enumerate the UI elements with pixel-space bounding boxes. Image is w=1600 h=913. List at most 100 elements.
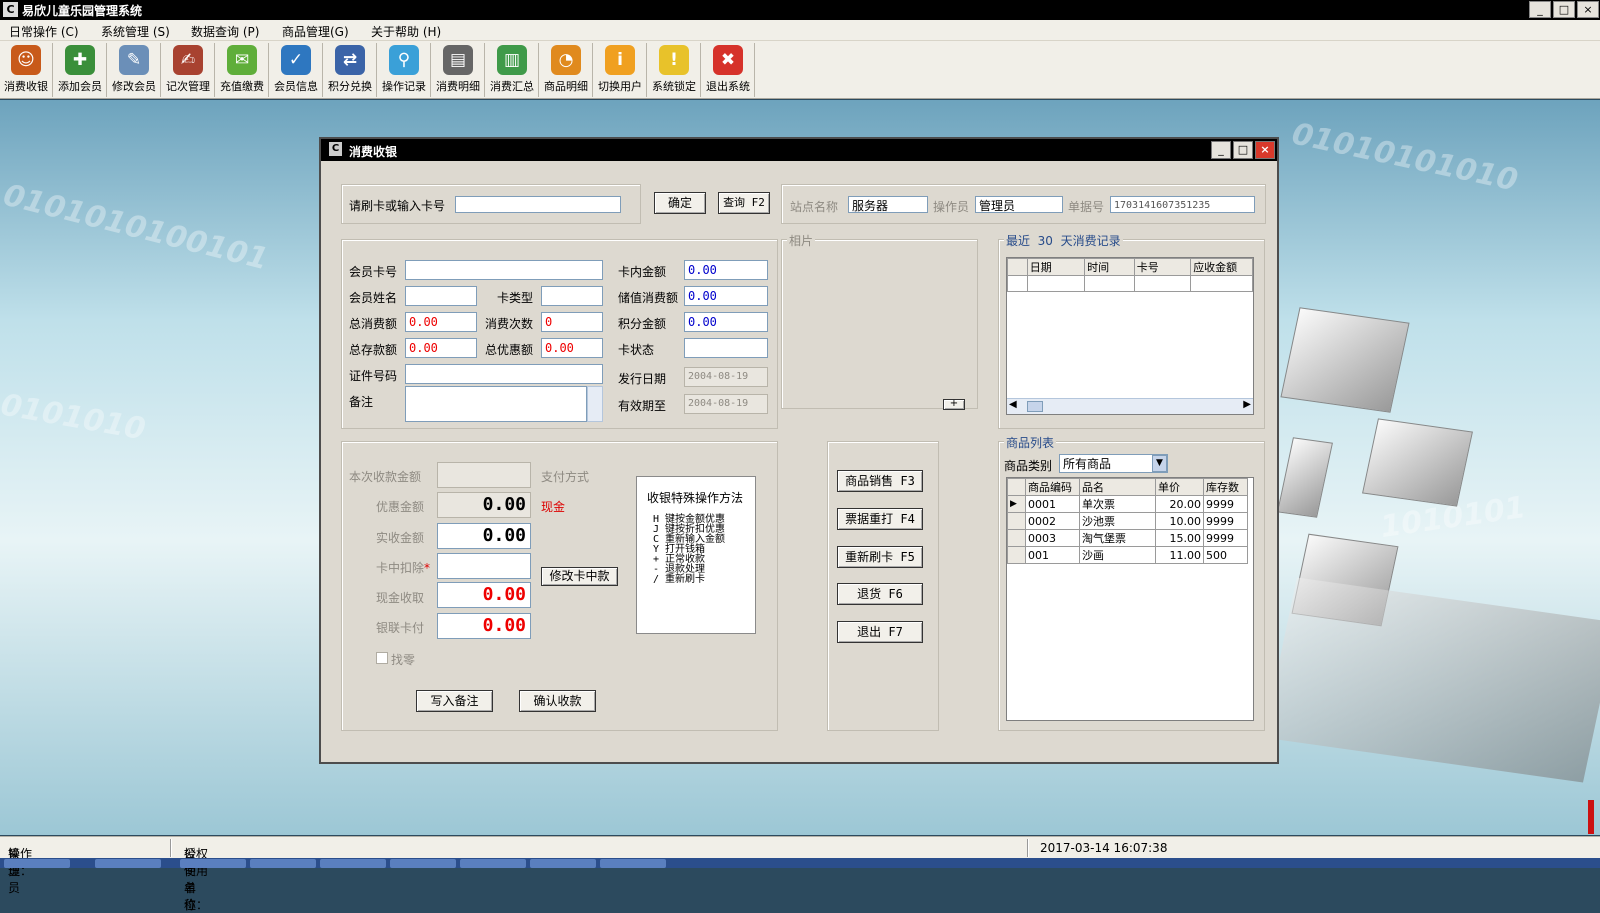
menu-system[interactable]: 系统管理 (S) bbox=[101, 23, 170, 40]
taskbar-item[interactable] bbox=[320, 859, 386, 868]
products-grid[interactable]: 商品编码 品名 单价 库存数 ▶ 0001 单次票 20.00 9999 0002 沙池票 10.0… bbox=[1006, 477, 1254, 721]
col-date[interactable]: 日期 bbox=[1026, 258, 1086, 276]
col-time[interactable]: 时间 bbox=[1084, 258, 1135, 276]
modify-card-amount-button[interactable]: 修改卡中款 bbox=[541, 567, 618, 586]
row-selector[interactable] bbox=[1007, 529, 1026, 547]
taskbar-item[interactable] bbox=[530, 859, 596, 868]
toolbar-button-8[interactable]: ▤ 消费明细 bbox=[432, 43, 485, 97]
taskbar-item[interactable] bbox=[390, 859, 456, 868]
toolbar-button-3[interactable]: ✍ 记次管理 bbox=[162, 43, 215, 97]
operator-field[interactable]: 管理员 bbox=[975, 196, 1063, 213]
toolbar-button-1[interactable]: ✚ 添加会员 bbox=[54, 43, 107, 97]
toolbar-button-2[interactable]: ✎ 修改会员 bbox=[108, 43, 161, 97]
toolbar-button-7[interactable]: ⚲ 操作记录 bbox=[378, 43, 431, 97]
minimize-button[interactable]: _ bbox=[1529, 1, 1551, 18]
dialog-close-button[interactable]: × bbox=[1255, 141, 1275, 159]
card-status-field[interactable] bbox=[684, 338, 768, 358]
bill-number-field[interactable]: 1703141607351235 bbox=[1110, 196, 1255, 213]
recent-hscrollbar[interactable]: ◀ ▶ bbox=[1007, 398, 1253, 414]
row-selector[interactable] bbox=[1007, 546, 1026, 564]
table-cell: 9999 bbox=[1203, 495, 1248, 513]
menu-query[interactable]: 数据查询 (P) bbox=[191, 23, 259, 40]
stored-field[interactable]: 0.00 bbox=[684, 286, 768, 306]
table-row[interactable]: 0002 沙池票 10.00 9999 bbox=[1007, 512, 1248, 530]
recent-records-grid[interactable]: 日期 时间 卡号 应收金额 ◀ ▶ bbox=[1006, 257, 1254, 415]
discount-field[interactable]: 0.00 bbox=[437, 492, 531, 518]
taskbar-item[interactable] bbox=[95, 859, 161, 868]
toolbar-button-5[interactable]: ✓ 会员信息 bbox=[270, 43, 323, 97]
change-checkbox[interactable] bbox=[376, 652, 388, 664]
col-amount[interactable]: 应收金额 bbox=[1190, 258, 1253, 276]
toolbar-button-4[interactable]: ✉ 充值缴费 bbox=[216, 43, 269, 97]
menu-daily[interactable]: 日常操作 (C) bbox=[9, 23, 79, 40]
balance-field[interactable]: 0.00 bbox=[684, 260, 768, 280]
query-button[interactable]: 查询 F2 bbox=[718, 192, 770, 214]
table-row[interactable]: 0003 淘气堡票 15.00 9999 bbox=[1007, 529, 1248, 547]
taskbar-item[interactable] bbox=[600, 859, 666, 868]
card-number-input[interactable] bbox=[455, 196, 621, 213]
detail-icon: ▤ bbox=[443, 45, 473, 75]
toolbar-button-9[interactable]: ▥ 消费汇总 bbox=[486, 43, 539, 97]
dialog-minimize-button[interactable]: _ bbox=[1211, 141, 1231, 159]
card-no-field[interactable] bbox=[405, 260, 603, 280]
issue-date-picker[interactable]: 2004-08-19 bbox=[684, 367, 768, 387]
photo-add-button[interactable]: + bbox=[943, 399, 965, 410]
row-selector[interactable]: ▶ bbox=[1007, 495, 1026, 513]
toolbar-button-13[interactable]: ✖ 退出系统 bbox=[702, 43, 755, 97]
sell-goods-button[interactable]: 商品销售 F3 bbox=[837, 470, 923, 492]
id-number-label: 证件号码 bbox=[349, 369, 398, 383]
close-button[interactable]: × bbox=[1577, 1, 1599, 18]
reprint-button[interactable]: 票据重打 F4 bbox=[837, 508, 923, 530]
taskbar-item[interactable] bbox=[460, 859, 526, 868]
col-stock[interactable]: 库存数 bbox=[1203, 478, 1248, 496]
exit-dialog-button[interactable]: 退出 F7 bbox=[837, 621, 923, 643]
confirm-button[interactable]: 确定 bbox=[654, 192, 706, 214]
received-field[interactable]: 0.00 bbox=[437, 523, 531, 549]
col-card[interactable]: 卡号 bbox=[1133, 258, 1192, 276]
menu-goods[interactable]: 商品管理(G) bbox=[282, 23, 349, 40]
cash-field[interactable]: 0.00 bbox=[437, 582, 531, 608]
toolbar-button-12[interactable]: ! 系统锁定 bbox=[648, 43, 701, 97]
col-code[interactable]: 商品编码 bbox=[1025, 478, 1080, 496]
points-field[interactable]: 0.00 bbox=[684, 312, 768, 332]
taskbar-item[interactable] bbox=[180, 859, 246, 868]
table-row[interactable]: 001 沙画 11.00 500 bbox=[1007, 546, 1248, 564]
total-discount-field[interactable]: 0.00 bbox=[541, 338, 603, 358]
reswipe-button[interactable]: 重新刷卡 F5 bbox=[837, 546, 923, 568]
toolbar-button-0[interactable]: ☺ 消费收银 bbox=[0, 43, 53, 97]
card-deduct-field[interactable] bbox=[437, 553, 531, 579]
total-spend-field[interactable]: 0.00 bbox=[405, 312, 477, 332]
row-selector[interactable] bbox=[1007, 512, 1026, 530]
taskbar-item[interactable] bbox=[250, 859, 316, 868]
toolbar-button-6[interactable]: ⇄ 积分兑换 bbox=[324, 43, 377, 97]
visits-field[interactable]: 0 bbox=[541, 312, 603, 332]
col-name[interactable]: 品名 bbox=[1079, 478, 1156, 496]
return-goods-button[interactable]: 退货 F6 bbox=[837, 583, 923, 605]
menu-help[interactable]: 关于帮助 (H) bbox=[371, 23, 441, 40]
scroll-right-icon[interactable]: ▶ bbox=[1243, 399, 1251, 410]
note-textarea[interactable] bbox=[405, 386, 587, 422]
union-field[interactable]: 0.00 bbox=[437, 613, 531, 639]
note-scrollbar[interactable] bbox=[587, 386, 603, 422]
dialog-maximize-button[interactable]: □ bbox=[1233, 141, 1253, 159]
write-note-button[interactable]: 写入备注 bbox=[416, 690, 493, 712]
member-name-field[interactable] bbox=[405, 286, 477, 306]
taskbar-item[interactable] bbox=[4, 859, 70, 868]
total-deposit-field[interactable]: 0.00 bbox=[405, 338, 477, 358]
col-price[interactable]: 单价 bbox=[1155, 478, 1204, 496]
toolbar-button-10[interactable]: ◔ 商品明细 bbox=[540, 43, 593, 97]
confirm-payment-button[interactable]: 确认收款 bbox=[519, 690, 596, 712]
scroll-left-icon[interactable]: ◀ bbox=[1009, 399, 1017, 410]
chevron-down-icon[interactable]: ▼ bbox=[1152, 455, 1167, 472]
scroll-thumb[interactable] bbox=[1027, 401, 1043, 412]
id-number-field[interactable] bbox=[405, 364, 603, 384]
toolbar-button-11[interactable]: i 切换用户 bbox=[594, 43, 647, 97]
toolbar-button-label: 会员信息 bbox=[274, 80, 318, 93]
card-type-field[interactable] bbox=[541, 286, 603, 306]
table-cell: 500 bbox=[1203, 546, 1248, 564]
maximize-button[interactable]: □ bbox=[1553, 1, 1575, 18]
station-field[interactable]: 服务器 bbox=[848, 196, 928, 213]
expire-date-picker[interactable]: 2004-08-19 bbox=[684, 394, 768, 414]
amount-field[interactable] bbox=[437, 462, 531, 488]
table-row[interactable]: ▶ 0001 单次票 20.00 9999 bbox=[1007, 495, 1248, 513]
